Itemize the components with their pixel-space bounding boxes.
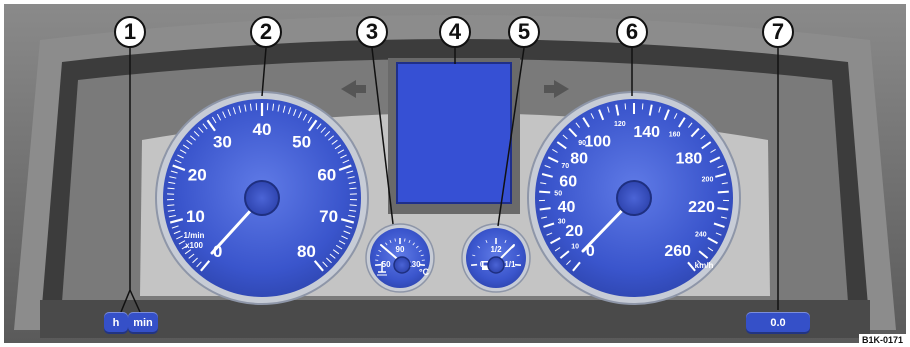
- speedometer-major-tick: [539, 190, 551, 194]
- figure-reference-code: B1K-0171: [858, 334, 906, 346]
- speedometer-tick-label: 240: [695, 232, 707, 239]
- coolant-hub: [393, 256, 411, 274]
- fuel-major-tick: [514, 263, 521, 266]
- callout-7: 7: [762, 16, 794, 48]
- trip-reset-button[interactable]: 0.0: [746, 312, 810, 334]
- callout-1: 1: [114, 16, 146, 48]
- coolant-temperature-gauge: 5090130 °C: [365, 223, 435, 293]
- tachometer-unit-multiplier: x100: [185, 241, 203, 250]
- clock-minutes-button[interactable]: min: [128, 312, 158, 334]
- tachometer-tick-label: 60: [317, 166, 336, 185]
- speedometer-tick-label: 70: [561, 163, 569, 170]
- tachometer-minor-tick: [167, 187, 175, 190]
- speedometer-tick-label: 180: [676, 151, 703, 168]
- speedometer-tick-label: 80: [570, 151, 588, 168]
- speedometer-unit-label: km/h: [695, 261, 714, 270]
- tachometer-tick-label: 10: [186, 207, 205, 226]
- speedometer-major-tick: [539, 207, 551, 211]
- coolant-unit-label: °C: [419, 267, 430, 277]
- tachometer-hub: [244, 180, 280, 216]
- speedometer-tick-label: 50: [554, 190, 562, 197]
- speedometer-minor-tick: [641, 103, 644, 110]
- speedometer-tick-label: 220: [688, 199, 715, 216]
- speedometer: 0204060801001401802202601030507090120160…: [527, 91, 741, 305]
- fuel-major-tick: [471, 263, 478, 266]
- speedometer-tick-label: 30: [558, 219, 566, 226]
- speedometer-major-tick: [717, 190, 729, 194]
- callout-4: 4: [439, 16, 471, 48]
- tachometer: 01020304050607080 1/min x100: [155, 91, 369, 305]
- speedometer-tick-label: 260: [664, 243, 691, 260]
- speedometer-tick-label: 40: [558, 199, 576, 216]
- speedometer-hub: [616, 180, 652, 216]
- speedometer-tick-label: 10: [571, 244, 579, 251]
- fuel-tick-label: 1/2: [490, 245, 502, 254]
- speedometer-tick-label: 140: [633, 124, 660, 141]
- tachometer-tick-label: 80: [297, 242, 316, 261]
- tachometer-tick-label: 50: [292, 133, 311, 152]
- tachometer-unit-label: 1/min: [184, 231, 205, 240]
- fuel-tick-label: 1/1: [504, 260, 516, 269]
- speedometer-tick-label: 160: [669, 131, 681, 138]
- callout-2: 2: [250, 16, 282, 48]
- fuel-hub: [487, 256, 505, 274]
- callout-6: 6: [616, 16, 648, 48]
- tachometer-tick-label: 70: [319, 207, 338, 226]
- tachometer-tick-label: 40: [253, 120, 272, 139]
- speedometer-major-tick: [717, 207, 729, 211]
- speedometer-minor-tick: [624, 103, 627, 110]
- speedometer-tick-label: 90: [578, 140, 586, 147]
- coolant-tick-label: 50: [382, 260, 391, 269]
- center-display: [396, 62, 512, 204]
- clock-hours-button[interactable]: h: [104, 312, 128, 334]
- fuel-gauge: 01/21/1: [461, 223, 531, 293]
- tachometer-minor-tick: [349, 204, 357, 206]
- speedometer-tick-label: 60: [559, 174, 577, 191]
- cluster-artwork: 01020304050607080 1/min x100 02040608010…: [0, 0, 910, 347]
- callout-5: 5: [508, 16, 540, 48]
- coolant-major-tick: [375, 263, 382, 266]
- speedometer-tick-label: 100: [584, 133, 611, 150]
- speedometer-tick-label: 120: [614, 121, 626, 128]
- speedometer-tick-label: 200: [702, 176, 714, 183]
- tachometer-minor-tick: [167, 204, 175, 206]
- tachometer-minor-tick: [349, 187, 357, 190]
- tachometer-tick-label: 20: [188, 166, 207, 185]
- instrument-cluster-illustration: 0 10 20 30 40 50 60 70 80 1/min x100 0 20 40 60 80 10…: [0, 0, 910, 347]
- tachometer-tick-label: 30: [213, 133, 232, 152]
- coolant-tick-label: 90: [396, 245, 405, 254]
- speedometer-tick-label: 20: [565, 223, 583, 240]
- callout-3: 3: [356, 16, 388, 48]
